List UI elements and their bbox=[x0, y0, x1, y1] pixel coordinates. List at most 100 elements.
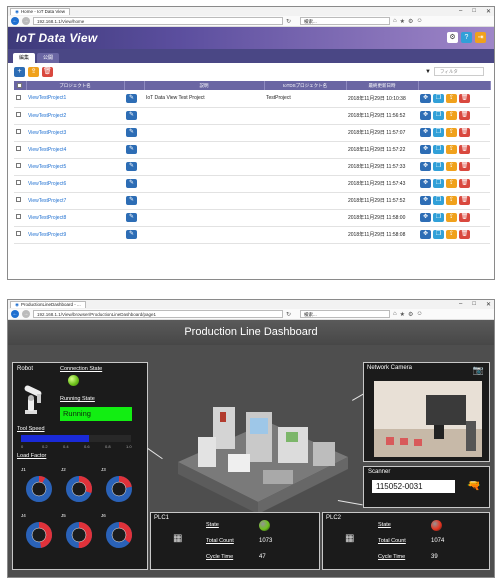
table-row[interactable]: ViewTestProject2 ✎ 2018年11月29日 11:56:52 ✥ ❐ ⇪… bbox=[14, 107, 490, 125]
export-project-button[interactable]: ⇪ bbox=[446, 230, 457, 239]
open-view-button[interactable]: ✥ bbox=[420, 145, 431, 154]
edit-project-button[interactable]: ✎ bbox=[126, 145, 137, 154]
minimize-icon[interactable]: – bbox=[459, 301, 462, 308]
table-row[interactable]: ViewTestProject6 ✎ 2018年11月29日 11:57:43 ✥ ❐ ⇪… bbox=[14, 175, 490, 193]
row-checkbox[interactable] bbox=[16, 197, 21, 202]
close-icon[interactable]: ✕ bbox=[486, 301, 491, 308]
export-project-button[interactable]: ⇪ bbox=[446, 162, 457, 171]
export-project-button[interactable]: ⇪ bbox=[446, 213, 457, 222]
project-name-link[interactable]: ViewTestProject7 bbox=[26, 192, 124, 210]
browser-search-input[interactable]: 検索... bbox=[300, 310, 391, 318]
copy-project-button[interactable]: ❐ bbox=[433, 213, 444, 222]
refresh-icon[interactable]: ↻ bbox=[286, 311, 291, 318]
delete-project-button[interactable]: 🗑 bbox=[459, 196, 470, 205]
col-project-name[interactable]: プロジェクト名 bbox=[26, 81, 125, 90]
settings-button[interactable]: ⚙ bbox=[447, 32, 458, 43]
row-select-cell[interactable] bbox=[14, 158, 26, 176]
settings-gear-icon[interactable]: ⚙ bbox=[408, 311, 413, 318]
copy-project-button[interactable]: ❐ bbox=[433, 162, 444, 171]
project-name-link[interactable]: ViewTestProject8 bbox=[26, 209, 124, 227]
project-name-link[interactable]: ViewTestProject1 bbox=[26, 90, 124, 108]
copy-project-button[interactable]: ❐ bbox=[433, 128, 444, 137]
smiley-icon[interactable]: ☺ bbox=[416, 18, 422, 24]
edit-project-button[interactable]: ✎ bbox=[126, 230, 137, 239]
open-view-button[interactable]: ✥ bbox=[420, 162, 431, 171]
row-checkbox[interactable] bbox=[16, 163, 21, 168]
home-icon[interactable]: ⌂ bbox=[393, 311, 397, 317]
edit-project-button[interactable]: ✎ bbox=[126, 93, 137, 103]
edit-project-button[interactable]: ✎ bbox=[126, 128, 137, 137]
table-row[interactable]: ViewTestProject8 ✎ 2018年11月29日 11:58:00 ✥ ❐ ⇪… bbox=[14, 209, 490, 227]
delete-project-button[interactable]: 🗑 bbox=[459, 230, 470, 239]
back-icon[interactable]: ← bbox=[11, 17, 19, 25]
edit-project-button[interactable]: ✎ bbox=[126, 213, 137, 222]
edit-project-button[interactable]: ✎ bbox=[126, 162, 137, 171]
home-icon[interactable]: ⌂ bbox=[393, 18, 397, 24]
back-icon[interactable]: ← bbox=[11, 310, 19, 318]
tab-edit[interactable]: 編集 bbox=[13, 53, 36, 63]
filter-input[interactable]: フィルタ bbox=[434, 67, 484, 76]
row-checkbox[interactable] bbox=[16, 214, 21, 219]
delete-selected-button[interactable]: 🗑 bbox=[42, 67, 53, 77]
tab-publish[interactable]: 公開 bbox=[37, 53, 60, 63]
col-iotds-project[interactable]: IoTDSプロジェクト名 bbox=[264, 81, 347, 90]
export-project-button[interactable]: ⇪ bbox=[446, 179, 457, 188]
settings-gear-icon[interactable]: ⚙ bbox=[408, 18, 413, 25]
refresh-icon[interactable]: ↻ bbox=[286, 18, 291, 25]
open-view-button[interactable]: ✥ bbox=[420, 230, 431, 239]
table-row[interactable]: ViewTestProject3 ✎ 2018年11月29日 11:57:07 ✥ ❐ ⇪… bbox=[14, 124, 490, 142]
row-select-cell[interactable] bbox=[14, 175, 26, 193]
row-select-cell[interactable] bbox=[14, 107, 26, 125]
col-description[interactable]: 説明 bbox=[144, 81, 265, 90]
row-select-cell[interactable] bbox=[14, 192, 26, 210]
open-view-button[interactable]: ✥ bbox=[420, 93, 431, 103]
copy-project-button[interactable]: ❐ bbox=[433, 179, 444, 188]
row-select-cell[interactable] bbox=[14, 226, 26, 244]
row-checkbox[interactable] bbox=[16, 146, 21, 151]
delete-project-button[interactable]: 🗑 bbox=[459, 162, 470, 171]
edit-project-button[interactable]: ✎ bbox=[126, 196, 137, 205]
row-checkbox[interactable] bbox=[16, 231, 21, 236]
table-row[interactable]: ViewTestProject9 ✎ 2018年11月29日 11:58:08 ✥ ❐ ⇪… bbox=[14, 226, 490, 244]
logout-button[interactable]: ⇥ bbox=[475, 32, 486, 43]
table-row[interactable]: ViewTestProject7 ✎ 2018年11月29日 11:57:52 ✥ ❐ ⇪… bbox=[14, 192, 490, 210]
project-name-link[interactable]: ViewTestProject3 bbox=[26, 124, 124, 142]
favorites-icon[interactable]: ★ bbox=[400, 311, 405, 318]
row-checkbox[interactable] bbox=[16, 180, 21, 185]
minimize-icon[interactable]: – bbox=[459, 8, 462, 15]
open-view-button[interactable]: ✥ bbox=[420, 128, 431, 137]
maximize-icon[interactable]: □ bbox=[472, 301, 476, 308]
browser-tab[interactable]: ◉ Home - IoT Data View bbox=[10, 8, 71, 15]
row-checkbox[interactable] bbox=[16, 129, 21, 134]
delete-project-button[interactable]: 🗑 bbox=[459, 179, 470, 188]
edit-project-button[interactable]: ✎ bbox=[126, 179, 137, 188]
export-project-button[interactable]: ⇪ bbox=[446, 196, 457, 205]
select-all-header[interactable] bbox=[14, 81, 27, 90]
open-view-button[interactable]: ✥ bbox=[420, 111, 431, 120]
row-checkbox[interactable] bbox=[16, 112, 21, 117]
forward-icon[interactable]: → bbox=[22, 17, 30, 25]
export-project-button[interactable]: ⇪ bbox=[446, 145, 457, 154]
copy-project-button[interactable]: ❐ bbox=[433, 93, 444, 103]
delete-project-button[interactable]: 🗑 bbox=[459, 128, 470, 137]
delete-project-button[interactable]: 🗑 bbox=[459, 213, 470, 222]
export-project-button[interactable]: ⇪ bbox=[446, 111, 457, 120]
maximize-icon[interactable]: □ bbox=[472, 8, 476, 15]
open-view-button[interactable]: ✥ bbox=[420, 179, 431, 188]
browser-tab[interactable]: ◉ ProductionLineDashboard - ... bbox=[10, 301, 86, 308]
close-icon[interactable]: ✕ bbox=[486, 8, 491, 15]
project-name-link[interactable]: ViewTestProject6 bbox=[26, 175, 124, 193]
select-all-checkbox[interactable] bbox=[17, 82, 23, 88]
delete-project-button[interactable]: 🗑 bbox=[459, 145, 470, 154]
table-row[interactable]: ViewTestProject1 ✎ IoT Data View Test Proj… bbox=[14, 90, 490, 108]
open-view-button[interactable]: ✥ bbox=[420, 196, 431, 205]
browser-search-input[interactable]: 検索... bbox=[300, 17, 391, 25]
copy-project-button[interactable]: ❐ bbox=[433, 145, 444, 154]
project-name-link[interactable]: ViewTestProject5 bbox=[26, 158, 124, 176]
open-view-button[interactable]: ✥ bbox=[420, 213, 431, 222]
favorites-icon[interactable]: ★ bbox=[400, 18, 405, 25]
row-select-cell[interactable] bbox=[14, 141, 26, 159]
import-button[interactable]: ⇪ bbox=[28, 67, 39, 77]
delete-project-button[interactable]: 🗑 bbox=[459, 111, 470, 120]
smiley-icon[interactable]: ☺ bbox=[416, 311, 422, 317]
